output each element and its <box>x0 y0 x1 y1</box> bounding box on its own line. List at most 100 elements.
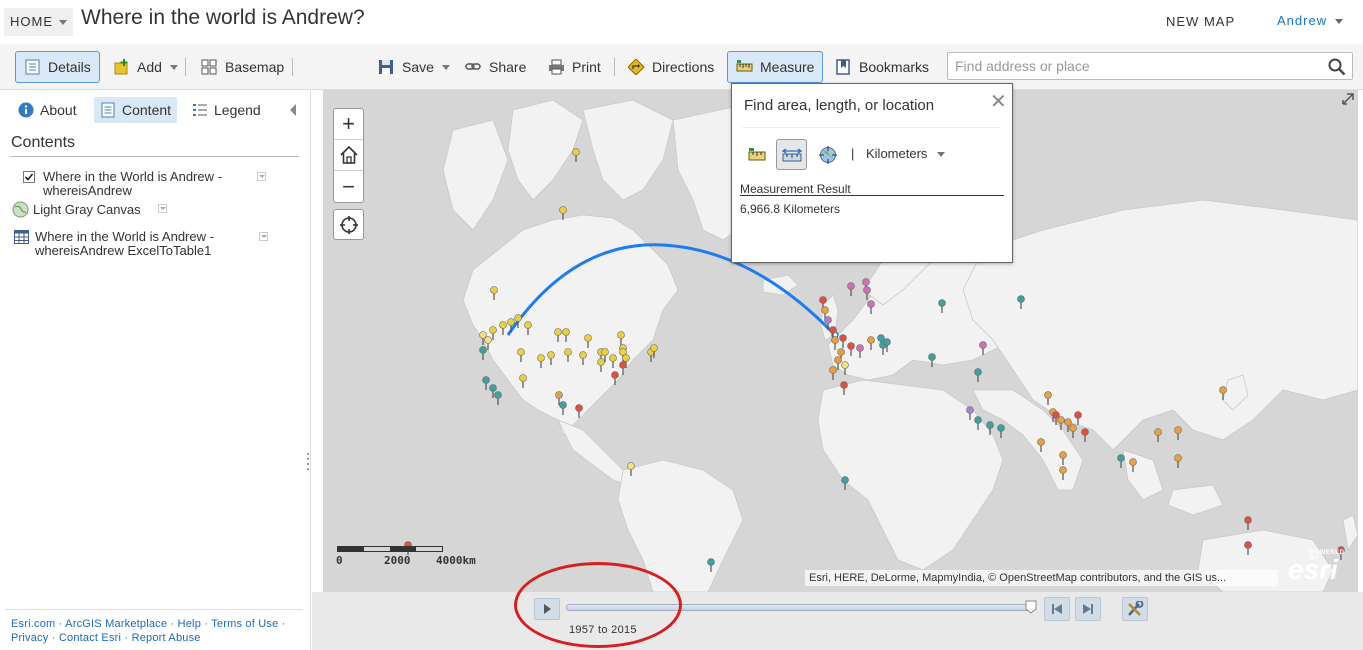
map-pin-icon[interactable] <box>559 206 567 221</box>
map-pin-icon[interactable] <box>547 351 555 366</box>
contact-link[interactable]: Contact Esri <box>59 632 121 644</box>
map-pin-icon[interactable] <box>831 336 839 351</box>
map-pin-icon[interactable] <box>514 314 522 329</box>
map-pin-icon[interactable] <box>479 346 487 361</box>
map-pin-icon[interactable] <box>617 331 625 346</box>
map-pin-icon[interactable] <box>519 374 527 389</box>
map-pin-icon[interactable] <box>928 353 936 368</box>
map-pin-icon[interactable] <box>579 351 587 366</box>
map-pin-icon[interactable] <box>938 299 946 314</box>
layer-options-icon[interactable] <box>259 232 268 241</box>
home-extent-button[interactable] <box>334 140 363 171</box>
map-pin-icon[interactable] <box>507 318 515 333</box>
map-pin-icon[interactable] <box>572 148 580 163</box>
layer-options-icon[interactable] <box>257 172 266 181</box>
tab-about[interactable]: About <box>12 97 83 123</box>
map-pin-icon[interactable] <box>979 341 987 356</box>
time-slider-track[interactable] <box>566 604 1036 611</box>
bookmarks-button[interactable]: Bookmarks <box>826 51 938 83</box>
map-pin-icon[interactable] <box>966 406 974 421</box>
map-pin-icon[interactable] <box>997 424 1005 439</box>
map-pin-icon[interactable] <box>1244 516 1252 531</box>
map-pin-icon[interactable] <box>1117 454 1125 469</box>
save-button[interactable]: Save <box>369 51 459 83</box>
close-icon[interactable]: ✕ <box>990 89 1007 114</box>
directions-button[interactable]: Directions <box>619 51 723 83</box>
map-pin-icon[interactable] <box>562 328 570 343</box>
locate-button[interactable] <box>333 209 364 240</box>
details-button[interactable]: Details <box>15 51 100 83</box>
map-pin-icon[interactable] <box>524 321 532 336</box>
map-pin-icon[interactable] <box>1081 428 1089 443</box>
map-pin-icon[interactable] <box>1017 295 1025 310</box>
map-pin-icon[interactable] <box>575 404 583 419</box>
report-abuse-link[interactable]: Report Abuse <box>132 632 201 644</box>
map-pin-icon[interactable] <box>867 336 875 351</box>
map-pin-icon[interactable] <box>1069 424 1077 439</box>
map-pin-icon[interactable] <box>707 558 715 573</box>
map-pin-icon[interactable] <box>1219 386 1227 401</box>
map-pin-icon[interactable] <box>1129 458 1137 473</box>
map-pin-icon[interactable] <box>974 416 982 431</box>
privacy-link[interactable]: Privacy <box>11 632 48 644</box>
play-button[interactable] <box>534 598 560 620</box>
marketplace-link[interactable]: ArcGIS Marketplace <box>65 618 167 630</box>
map-pin-icon[interactable] <box>1154 428 1162 443</box>
map-pin-icon[interactable] <box>1059 466 1067 481</box>
map-pin-icon[interactable] <box>1037 438 1045 453</box>
collapse-panel-icon[interactable] <box>290 104 296 116</box>
map-pin-icon[interactable] <box>597 358 605 373</box>
previous-button[interactable] <box>1044 597 1070 621</box>
time-slider-thumb[interactable] <box>1025 600 1037 614</box>
map-pin-icon[interactable] <box>564 348 572 363</box>
map-pin-icon[interactable] <box>611 371 619 386</box>
zoom-in-button[interactable]: + <box>334 109 363 140</box>
map-pin-icon[interactable] <box>841 361 849 376</box>
map-pin-icon[interactable] <box>840 381 848 396</box>
map-pin-icon[interactable] <box>517 348 525 363</box>
map-pin-icon[interactable] <box>986 421 994 436</box>
map-pin-icon[interactable] <box>1174 426 1182 441</box>
map-pin-icon[interactable] <box>1057 416 1065 431</box>
map-pin-icon[interactable] <box>863 286 871 301</box>
help-link[interactable]: Help <box>178 618 201 630</box>
map-pin-icon[interactable] <box>841 476 849 491</box>
map-pin-icon[interactable] <box>627 462 635 477</box>
map-pin-icon[interactable] <box>584 334 592 349</box>
measure-button[interactable]: Measure <box>727 51 824 83</box>
map-pin-icon[interactable] <box>974 368 982 383</box>
layer-options-icon[interactable] <box>158 204 167 213</box>
new-map-link[interactable]: NEW MAP <box>1166 14 1235 29</box>
map-pin-icon[interactable] <box>856 344 864 359</box>
map-pin-icon[interactable] <box>1244 541 1252 556</box>
map-pin-icon[interactable] <box>559 401 567 416</box>
map-pin-icon[interactable] <box>1174 454 1182 469</box>
unit-dropdown[interactable]: Kilometers <box>866 146 946 161</box>
zoom-out-button[interactable]: − <box>334 171 363 202</box>
map-pin-icon[interactable] <box>609 354 617 369</box>
map-pin-icon[interactable] <box>1074 411 1082 426</box>
esri-link[interactable]: Esri.com <box>11 618 55 630</box>
map-pin-icon[interactable] <box>847 342 855 357</box>
map-pin-icon[interactable] <box>829 366 837 381</box>
search-icon[interactable] <box>1328 58 1346 76</box>
map-pin-icon[interactable] <box>619 361 627 376</box>
user-menu[interactable]: Andrew <box>1277 13 1344 28</box>
map-pin-icon[interactable] <box>867 300 875 315</box>
time-settings-button[interactable] <box>1122 597 1148 621</box>
map-pin-icon[interactable] <box>537 354 545 369</box>
share-button[interactable]: Share <box>456 51 535 83</box>
map-pin-icon[interactable] <box>839 334 847 349</box>
map-pin-icon[interactable] <box>490 286 498 301</box>
map-pin-icon[interactable] <box>499 321 507 336</box>
map-pin-icon[interactable] <box>482 376 490 391</box>
measure-area-button[interactable] <box>741 139 772 170</box>
tab-content[interactable]: Content <box>94 97 178 123</box>
map-pin-icon[interactable] <box>1044 391 1052 406</box>
layer-checkbox[interactable] <box>23 171 35 183</box>
measure-location-button[interactable] <box>812 139 843 170</box>
measure-distance-button[interactable] <box>776 139 807 170</box>
expand-icon[interactable] <box>1341 92 1355 106</box>
map-pin-icon[interactable] <box>1059 451 1067 466</box>
search-input[interactable] <box>948 53 1318 79</box>
